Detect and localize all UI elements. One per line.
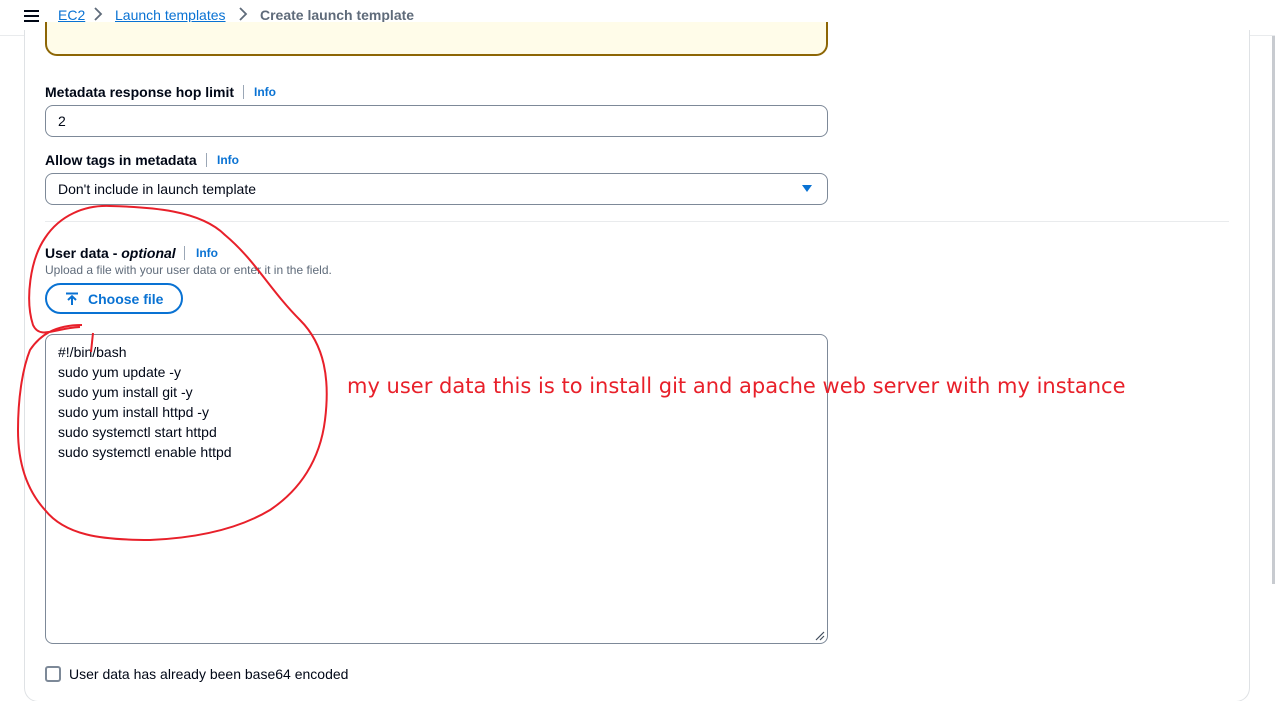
user-data-line: sudo systemctl enable httpd [58,444,232,460]
chevron-right-icon [239,7,248,21]
breadcrumb-current: Create launch template [260,7,415,23]
optional-tag: optional [121,245,176,261]
user-data-line: sudo yum install httpd -y [58,404,209,420]
hop-limit-info-link[interactable]: Info [254,85,276,99]
warning-alert [45,22,828,56]
menu-icon[interactable] [24,9,40,23]
upload-icon [66,292,78,305]
allow-tags-selected-value: Don't include in launch template [58,181,257,197]
info-divider [206,153,207,167]
hop-limit-input[interactable]: 2 [45,105,828,137]
info-divider [243,85,244,99]
choose-file-label: Choose file [88,291,164,307]
user-data-line: #!/bin/bash [58,344,127,360]
info-divider [184,246,185,260]
breadcrumb-launch-templates[interactable]: Launch templates [115,7,226,23]
allow-tags-select[interactable]: Don't include in launch template [45,173,828,205]
base64-checkbox[interactable] [45,666,61,682]
base64-checkbox-label[interactable]: User data has already been base64 encode… [69,666,348,682]
user-data-description: Upload a file with your user data or ent… [45,263,332,277]
user-data-label: User data - optional [45,245,176,261]
hop-limit-label: Metadata response hop limit [45,84,235,100]
breadcrumb-ec2[interactable]: EC2 [58,7,85,23]
user-data-line: sudo systemctl start httpd [58,424,217,440]
resize-grip-icon[interactable] [815,631,825,641]
chevron-right-icon [94,7,103,21]
annotation-text: my user data this is to install git and … [347,374,1126,398]
caret-down-icon [802,185,812,192]
section-divider [45,221,1229,222]
user-data-info-link[interactable]: Info [196,246,218,260]
allow-tags-info-link[interactable]: Info [217,153,239,167]
choose-file-button[interactable]: Choose file [45,283,183,314]
allow-tags-label: Allow tags in metadata [45,152,197,168]
